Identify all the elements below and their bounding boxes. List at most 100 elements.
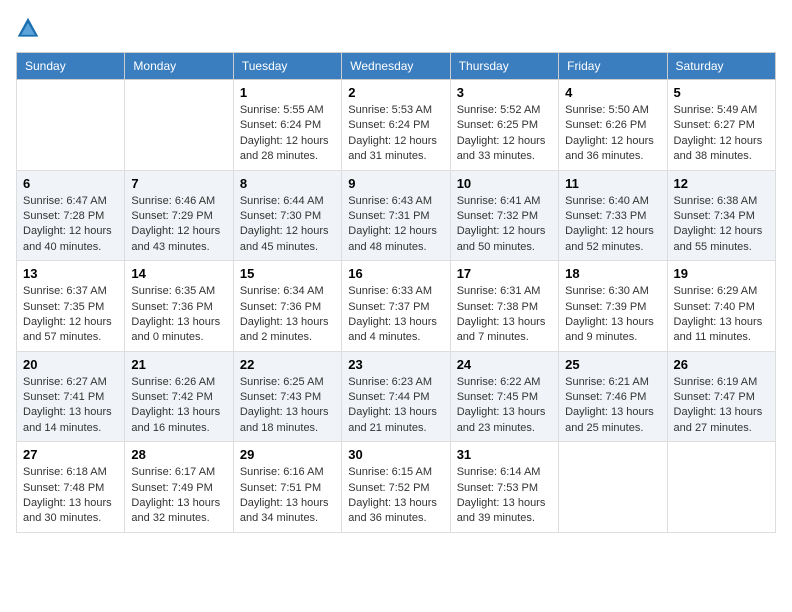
day-number: 6	[23, 176, 118, 191]
day-number: 3	[457, 85, 552, 100]
weekday-header: Monday	[125, 53, 233, 80]
calendar-day-cell: 11 Sunrise: 6:40 AM Sunset: 7:33 PM Dayli…	[559, 170, 667, 261]
day-info: Sunrise: 6:41 AM Sunset: 7:32 PM Dayligh…	[457, 194, 552, 256]
calendar-day-cell: 5Sunrise: 5:49 AM Sunset: 6:27 PM Daylig…	[667, 80, 775, 171]
day-number: 23	[348, 357, 443, 372]
day-number: 7	[131, 176, 226, 191]
calendar-day-cell: 8 Sunrise: 6:44 AM Sunset: 7:30 PM Daylig…	[233, 170, 341, 261]
calendar-day-cell: 2 Sunrise: 5:53 AM Sunset: 6:24 PM Daylig…	[342, 80, 450, 171]
day-info: Sunrise: 6:16 AM Sunset: 7:51 PM Dayligh…	[240, 465, 335, 527]
day-info: Sunrise: 6:19 AM Sunset: 7:47 PM Dayligh…	[674, 375, 769, 437]
day-number: 12	[674, 176, 769, 191]
day-info: Sunrise: 5:50 AM Sunset: 6:26 PM Dayligh…	[565, 103, 660, 165]
calendar-day-cell: 13 Sunrise: 6:37 AM Sunset: 7:35 PM Dayli…	[17, 261, 125, 352]
day-number: 15	[240, 266, 335, 281]
day-number: 25	[565, 357, 660, 372]
day-number: 2	[348, 85, 443, 100]
calendar-day-cell: 22 Sunrise: 6:25 AM Sunset: 7:43 PM Dayli…	[233, 351, 341, 442]
calendar-day-cell: 25 Sunrise: 6:21 AM Sunset: 7:46 PM Dayli…	[559, 351, 667, 442]
calendar-day-cell: 29 Sunrise: 6:16 AM Sunset: 7:51 PM Dayli…	[233, 442, 341, 533]
calendar-day-cell: 26Sunrise: 6:19 AM Sunset: 7:47 PM Dayli…	[667, 351, 775, 442]
day-number: 9	[348, 176, 443, 191]
calendar-day-cell: 24 Sunrise: 6:22 AM Sunset: 7:45 PM Dayli…	[450, 351, 558, 442]
weekday-header: Sunday	[17, 53, 125, 80]
day-number: 28	[131, 447, 226, 462]
calendar-day-cell: 10 Sunrise: 6:41 AM Sunset: 7:32 PM Dayli…	[450, 170, 558, 261]
day-number: 11	[565, 176, 660, 191]
day-info: Sunrise: 6:46 AM Sunset: 7:29 PM Dayligh…	[131, 194, 226, 256]
day-info: Sunrise: 5:52 AM Sunset: 6:25 PM Dayligh…	[457, 103, 552, 165]
calendar-day-cell: 9Sunrise: 6:43 AM Sunset: 7:31 PM Daylig…	[342, 170, 450, 261]
day-number: 5	[674, 85, 769, 100]
day-number: 19	[674, 266, 769, 281]
day-number: 30	[348, 447, 443, 462]
day-info: Sunrise: 6:25 AM Sunset: 7:43 PM Dayligh…	[240, 375, 335, 437]
day-number: 8	[240, 176, 335, 191]
calendar-day-cell: 30Sunrise: 6:15 AM Sunset: 7:52 PM Dayli…	[342, 442, 450, 533]
day-info: Sunrise: 6:35 AM Sunset: 7:36 PM Dayligh…	[131, 284, 226, 346]
day-number: 20	[23, 357, 118, 372]
day-number: 14	[131, 266, 226, 281]
calendar-week-row: 6 Sunrise: 6:47 AM Sunset: 7:28 PM Daylig…	[17, 170, 776, 261]
weekday-header: Thursday	[450, 53, 558, 80]
day-info: Sunrise: 6:22 AM Sunset: 7:45 PM Dayligh…	[457, 375, 552, 437]
weekday-header: Wednesday	[342, 53, 450, 80]
calendar-day-cell: 31Sunrise: 6:14 AM Sunset: 7:53 PM Dayli…	[450, 442, 558, 533]
day-info: Sunrise: 6:44 AM Sunset: 7:30 PM Dayligh…	[240, 194, 335, 256]
weekday-header: Tuesday	[233, 53, 341, 80]
calendar-day-cell	[125, 80, 233, 171]
logo	[16, 16, 44, 40]
calendar-day-cell: 3 Sunrise: 5:52 AM Sunset: 6:25 PM Daylig…	[450, 80, 558, 171]
day-info: Sunrise: 5:55 AM Sunset: 6:24 PM Dayligh…	[240, 103, 335, 165]
day-number: 16	[348, 266, 443, 281]
calendar-day-cell: 20Sunrise: 6:27 AM Sunset: 7:41 PM Dayli…	[17, 351, 125, 442]
calendar-day-cell: 18 Sunrise: 6:30 AM Sunset: 7:39 PM Dayli…	[559, 261, 667, 352]
calendar-day-cell: 27 Sunrise: 6:18 AM Sunset: 7:48 PM Dayli…	[17, 442, 125, 533]
weekday-header: Saturday	[667, 53, 775, 80]
day-number: 1	[240, 85, 335, 100]
calendar-header-row: SundayMondayTuesdayWednesdayThursdayFrid…	[17, 53, 776, 80]
calendar-day-cell: 15 Sunrise: 6:34 AM Sunset: 7:36 PM Dayli…	[233, 261, 341, 352]
day-info: Sunrise: 6:47 AM Sunset: 7:28 PM Dayligh…	[23, 194, 118, 256]
day-info: Sunrise: 6:40 AM Sunset: 7:33 PM Dayligh…	[565, 194, 660, 256]
day-number: 22	[240, 357, 335, 372]
day-info: Sunrise: 6:31 AM Sunset: 7:38 PM Dayligh…	[457, 284, 552, 346]
calendar-day-cell	[17, 80, 125, 171]
day-info: Sunrise: 6:23 AM Sunset: 7:44 PM Dayligh…	[348, 375, 443, 437]
page-header	[16, 16, 776, 40]
day-info: Sunrise: 6:29 AM Sunset: 7:40 PM Dayligh…	[674, 284, 769, 346]
logo-icon	[16, 16, 40, 40]
day-number: 29	[240, 447, 335, 462]
calendar-day-cell: 21Sunrise: 6:26 AM Sunset: 7:42 PM Dayli…	[125, 351, 233, 442]
calendar-week-row: 27 Sunrise: 6:18 AM Sunset: 7:48 PM Dayli…	[17, 442, 776, 533]
day-number: 10	[457, 176, 552, 191]
calendar-day-cell: 17Sunrise: 6:31 AM Sunset: 7:38 PM Dayli…	[450, 261, 558, 352]
calendar-day-cell: 28Sunrise: 6:17 AM Sunset: 7:49 PM Dayli…	[125, 442, 233, 533]
day-info: Sunrise: 6:21 AM Sunset: 7:46 PM Dayligh…	[565, 375, 660, 437]
day-info: Sunrise: 6:18 AM Sunset: 7:48 PM Dayligh…	[23, 465, 118, 527]
calendar-day-cell: 4 Sunrise: 5:50 AM Sunset: 6:26 PM Daylig…	[559, 80, 667, 171]
day-info: Sunrise: 6:26 AM Sunset: 7:42 PM Dayligh…	[131, 375, 226, 437]
calendar-day-cell: 23 Sunrise: 6:23 AM Sunset: 7:44 PM Dayli…	[342, 351, 450, 442]
day-number: 31	[457, 447, 552, 462]
day-info: Sunrise: 6:37 AM Sunset: 7:35 PM Dayligh…	[23, 284, 118, 346]
calendar-day-cell: 12Sunrise: 6:38 AM Sunset: 7:34 PM Dayli…	[667, 170, 775, 261]
day-number: 18	[565, 266, 660, 281]
calendar-week-row: 13 Sunrise: 6:37 AM Sunset: 7:35 PM Dayli…	[17, 261, 776, 352]
calendar-day-cell: 16 Sunrise: 6:33 AM Sunset: 7:37 PM Dayli…	[342, 261, 450, 352]
calendar-day-cell: 7 Sunrise: 6:46 AM Sunset: 7:29 PM Daylig…	[125, 170, 233, 261]
day-number: 4	[565, 85, 660, 100]
weekday-header: Friday	[559, 53, 667, 80]
day-info: Sunrise: 6:30 AM Sunset: 7:39 PM Dayligh…	[565, 284, 660, 346]
calendar-table: SundayMondayTuesdayWednesdayThursdayFrid…	[16, 52, 776, 533]
calendar-week-row: 20Sunrise: 6:27 AM Sunset: 7:41 PM Dayli…	[17, 351, 776, 442]
day-info: Sunrise: 6:33 AM Sunset: 7:37 PM Dayligh…	[348, 284, 443, 346]
calendar-day-cell: 6 Sunrise: 6:47 AM Sunset: 7:28 PM Daylig…	[17, 170, 125, 261]
day-info: Sunrise: 5:53 AM Sunset: 6:24 PM Dayligh…	[348, 103, 443, 165]
calendar-day-cell	[667, 442, 775, 533]
day-number: 27	[23, 447, 118, 462]
day-number: 24	[457, 357, 552, 372]
calendar-day-cell: 19 Sunrise: 6:29 AM Sunset: 7:40 PM Dayli…	[667, 261, 775, 352]
day-number: 13	[23, 266, 118, 281]
day-info: Sunrise: 6:34 AM Sunset: 7:36 PM Dayligh…	[240, 284, 335, 346]
